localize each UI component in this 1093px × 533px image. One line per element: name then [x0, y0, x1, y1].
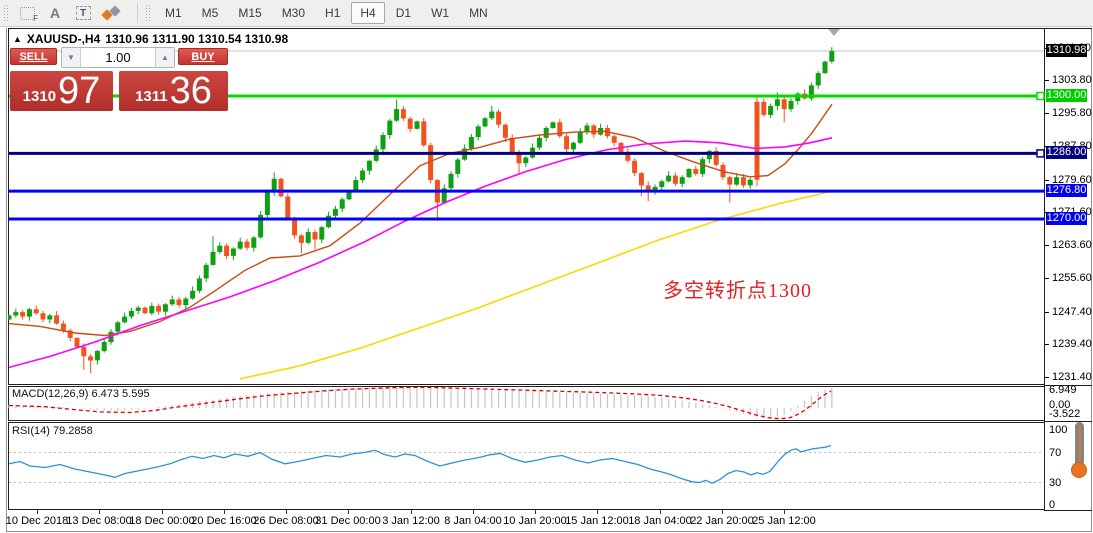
time-tick [162, 510, 163, 514]
time-tick-label: 25 Jan 12:00 [752, 515, 816, 527]
rsi-axis-level: 70 [1049, 447, 1061, 459]
current-price-marker: 1310.98 [1046, 44, 1087, 57]
rsi-label: RSI(14) 79.2858 [12, 425, 93, 437]
time-tick [660, 510, 661, 514]
time-tick [411, 510, 412, 514]
timeframe-button-h4[interactable]: H4 [351, 2, 384, 24]
chart-ohlc: 1310.96 1311.90 1310.54 1310.98 [105, 32, 288, 46]
price-tick [1045, 180, 1049, 181]
window-bottom-edge [6, 531, 1092, 532]
price-level-marker: 1276.80 [1046, 184, 1087, 197]
price-level-marker: 1300.00 [1046, 89, 1087, 102]
price-tick-label: 1263.60 [1052, 239, 1092, 251]
price-level-marker: 1286.00 [1046, 146, 1087, 159]
objects-dropdown-icon[interactable]: ▼ [99, 3, 131, 23]
time-tick-label: 8 Jan 04:00 [444, 515, 502, 527]
timeframe-button-m1[interactable]: M1 [156, 2, 191, 24]
chart-title: ▲ XAUUSD-,H4 1310.96 1311.90 1310.54 131… [13, 32, 288, 46]
chart-annotation-text: 多空转折点1300 [663, 274, 812, 303]
timeframe-button-m5[interactable]: M5 [193, 2, 228, 24]
time-tick-label: 3 Jan 12:00 [382, 515, 440, 527]
time-tick [784, 510, 785, 514]
time-tick-label: 15 Jan 12:00 [565, 515, 629, 527]
timeframe-button-m30[interactable]: M30 [273, 2, 314, 24]
volume-decrease-button[interactable]: ▼ [62, 48, 81, 67]
chart-shift-marker-icon[interactable] [828, 29, 840, 36]
thermometer-icon [1067, 421, 1091, 481]
macd-axis-max: 6.949 [1049, 384, 1077, 396]
price-tick-label: 1295.80 [1052, 107, 1092, 119]
buy-price-base: 1311 [135, 88, 168, 105]
time-tick [286, 510, 287, 514]
price-level-marker: 1270.00 [1046, 212, 1087, 225]
price-tick [1045, 113, 1049, 114]
time-tick [473, 510, 474, 514]
price-tick [1045, 312, 1049, 313]
price-tick [1045, 245, 1049, 246]
price-tick [1045, 344, 1049, 345]
price-tick-label: 1255.60 [1052, 272, 1092, 284]
price-tick [1045, 80, 1049, 81]
time-tick-label: 10 Dec 2018 [6, 515, 68, 527]
chart-symbol: XAUUSD-,H4 [27, 32, 100, 46]
fibo-grid-tool-icon[interactable]: F [15, 3, 39, 23]
text-a-tool-icon[interactable]: A [43, 3, 67, 23]
time-tick-label: 18 Jan 04:00 [628, 515, 692, 527]
time-tick-label: 31 Dec 00:00 [315, 515, 380, 527]
one-click-trade-panel: SELL ▼ 1.00 ▲ BUY 1310 97 1311 36 [10, 47, 228, 113]
time-tick [535, 510, 536, 514]
time-tick-label: 18 Dec 00:00 [129, 515, 194, 527]
rsi-panel-canvas[interactable] [8, 422, 1045, 510]
timeframe-toolbar-grip[interactable] [145, 4, 152, 22]
time-tick [348, 510, 349, 514]
volume-increase-button[interactable]: ▲ [155, 48, 174, 67]
time-tick [224, 510, 225, 514]
window-left-edge [6, 28, 7, 532]
rsi-axis-level: 30 [1049, 477, 1061, 489]
timeframe-button-w1[interactable]: W1 [422, 2, 458, 24]
sell-price-base: 1310 [23, 88, 56, 105]
rsi-axis-level: 100 [1049, 424, 1067, 436]
toolbar-separator [137, 3, 138, 23]
top-toolbar: F A T ▼ M1M5M15M30H1H4D1W1MN [0, 0, 1093, 27]
time-tick [722, 510, 723, 514]
buy-button[interactable]: BUY [178, 48, 228, 65]
time-tick-label: 20 Dec 16:00 [191, 515, 256, 527]
time-tick-label: 22 Jan 20:00 [690, 515, 754, 527]
macd-panel-canvas[interactable] [8, 386, 1045, 421]
buy-price-box[interactable]: 1311 36 [119, 71, 228, 111]
rsi-axis-level: 0 [1049, 499, 1055, 511]
timeframe-button-mn[interactable]: MN [460, 2, 497, 24]
volume-input[interactable]: 1.00 [81, 48, 155, 67]
timeframe-button-m15[interactable]: M15 [229, 2, 270, 24]
price-tick [1045, 278, 1049, 279]
time-tick-label: 10 Jan 20:00 [503, 515, 567, 527]
buy-price-pips: 36 [170, 72, 212, 110]
sell-price-pips: 97 [58, 72, 100, 110]
price-tick-label: 1239.40 [1052, 338, 1092, 350]
time-tick-label: 13 Dec 08:00 [66, 515, 131, 527]
sell-button[interactable]: SELL [10, 48, 57, 65]
macd-axis-min: -3.522 [1049, 408, 1080, 420]
time-tick [99, 510, 100, 514]
time-tick-label: 26 Dec 08:00 [253, 515, 318, 527]
time-tick [37, 510, 38, 514]
price-tick-label: 1247.40 [1052, 306, 1092, 318]
volume-spinner: ▼ 1.00 ▲ [61, 47, 175, 68]
text-label-tool-icon[interactable]: T [71, 3, 95, 23]
price-tick-label: 1231.40 [1052, 371, 1092, 383]
timeframe-button-h1[interactable]: H1 [316, 2, 349, 24]
time-tick [597, 510, 598, 514]
price-tick [1045, 377, 1049, 378]
sell-price-box[interactable]: 1310 97 [10, 71, 113, 111]
toolbar-grip[interactable] [3, 4, 10, 22]
price-tick-label: 1303.80 [1052, 74, 1092, 86]
timeframe-button-d1[interactable]: D1 [387, 2, 420, 24]
collapse-triangle-icon[interactable]: ▲ [13, 34, 22, 44]
macd-label: MACD(12,26,9) 6.473 5.595 [12, 388, 150, 400]
